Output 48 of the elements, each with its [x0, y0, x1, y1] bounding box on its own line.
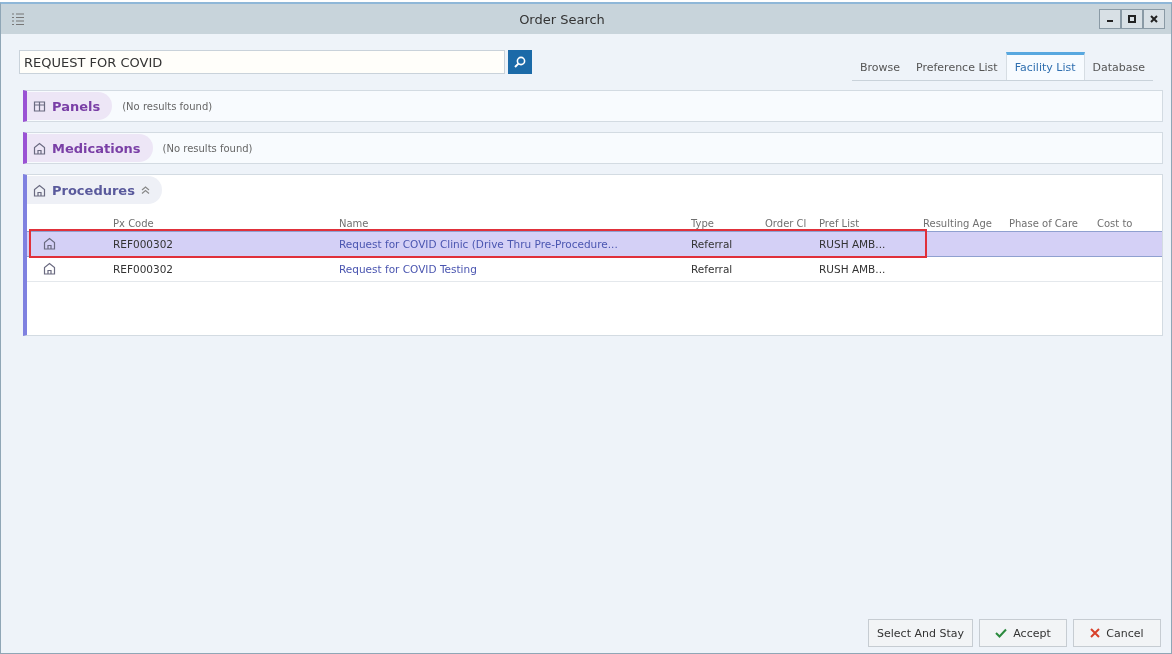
window-title: Order Search — [518, 11, 606, 27]
table-row[interactable]: REF000302 Request for COVID Clinic (Drive Thru Pre-Procedure... Referral RUSH AMB... — [27, 231, 1162, 257]
select-and-stay-button[interactable]: Select And Stay — [868, 619, 973, 647]
search-button[interactable] — [508, 50, 532, 74]
table-cell: REF000302 — [113, 263, 174, 275]
column-header[interactable]: Resulting Age — [923, 217, 992, 229]
order-icon — [43, 236, 56, 250]
close-icon — [1090, 628, 1101, 638]
table-cell: REF000302 — [113, 238, 174, 250]
table-cell: Referral — [691, 263, 733, 275]
tab[interactable]: Browse — [851, 51, 908, 80]
column-header[interactable]: Cost to — [1097, 217, 1133, 229]
cancel-button[interactable]: Cancel — [1073, 619, 1161, 647]
column-header[interactable]: Phase of Care — [1009, 217, 1078, 229]
table-cell: RUSH AMB... — [819, 238, 886, 250]
column-header[interactable]: Name — [339, 217, 369, 229]
tab[interactable]: Facility List — [1005, 51, 1085, 80]
house-icon — [33, 183, 46, 197]
section-header[interactable]: Procedures — [27, 176, 162, 204]
column-header[interactable]: Order Cl — [765, 217, 807, 229]
search-icon — [513, 55, 527, 69]
column-header[interactable]: Px Code — [113, 217, 154, 229]
section-header[interactable]: Panels — [27, 92, 113, 120]
menu-icon[interactable] — [11, 12, 25, 26]
house-icon — [33, 141, 46, 155]
column-header[interactable]: Pref List — [819, 217, 860, 229]
close-icon — [1149, 14, 1159, 24]
tab[interactable]: Preference List — [907, 51, 1006, 80]
order-icon — [43, 261, 56, 275]
section-header[interactable]: Medications — [27, 134, 153, 162]
table-cell: Referral — [691, 238, 733, 250]
columns-icon — [33, 99, 46, 113]
table-cell: Request for COVID Clinic (Drive Thru Pre-Procedure... — [339, 238, 618, 250]
accept-button[interactable]: Accept — [979, 619, 1067, 647]
table-cell: RUSH AMB... — [819, 263, 886, 275]
table-row[interactable]: REF000302 Request for COVID Testing Referral RUSH AMB... — [27, 257, 1162, 282]
checkmark-icon — [995, 628, 1008, 638]
search-field[interactable]: REQUEST FOR COVID — [19, 50, 505, 74]
column-header[interactable]: Type — [691, 217, 714, 229]
maximize-button[interactable] — [1121, 9, 1143, 29]
minimize-button[interactable] — [1099, 9, 1121, 29]
no-results-text: (No results found) — [162, 142, 253, 154]
no-results-text: (No results found) — [122, 100, 213, 112]
table-cell: Request for COVID Testing — [339, 263, 477, 275]
tab[interactable]: Database — [1084, 51, 1153, 80]
collapse-icon[interactable] — [140, 185, 150, 195]
square-icon — [1127, 14, 1137, 24]
close-button[interactable] — [1143, 9, 1165, 29]
